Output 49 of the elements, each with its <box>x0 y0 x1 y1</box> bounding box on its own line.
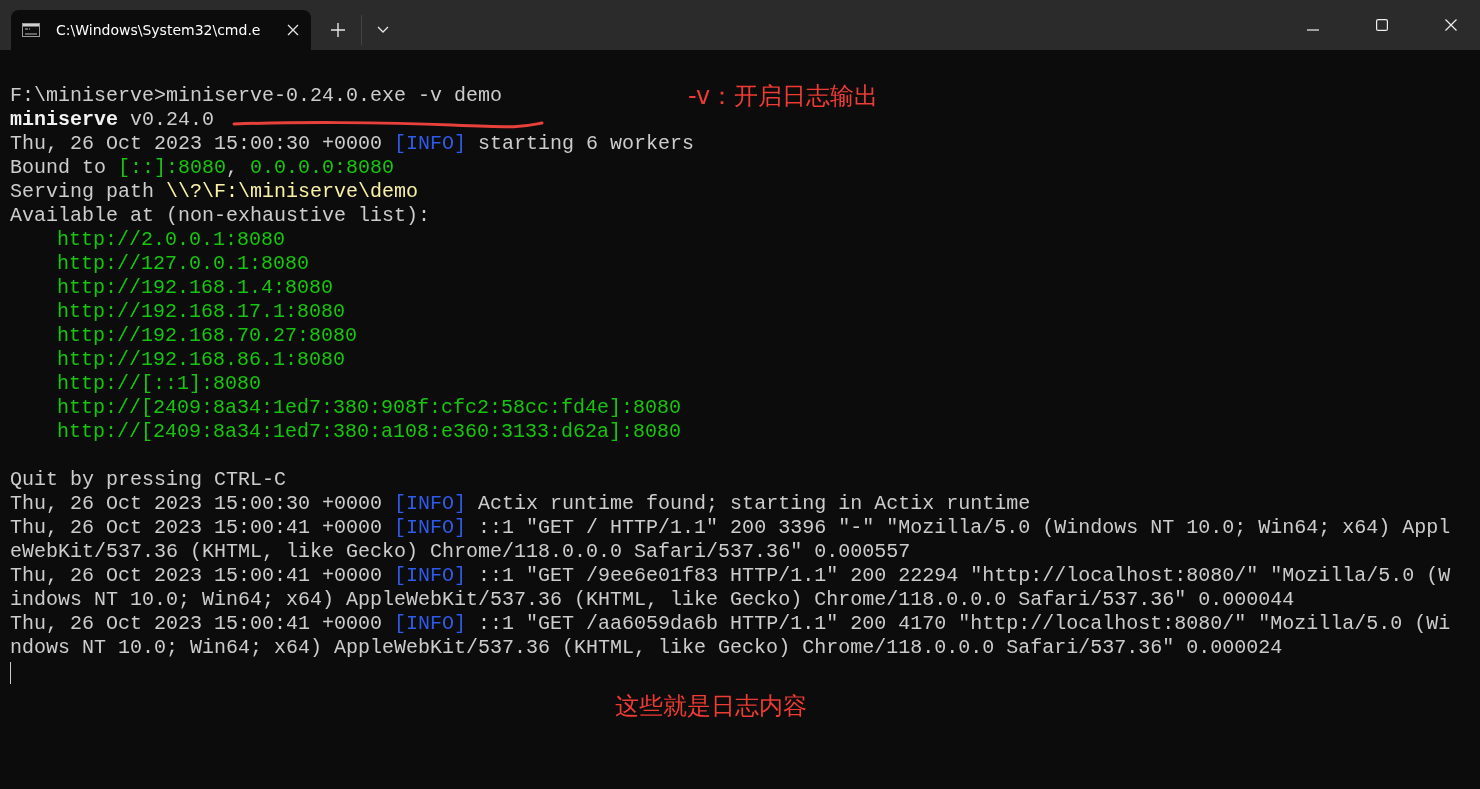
log-level-tag: [INFO] <box>394 492 467 515</box>
close-tab-icon[interactable] <box>287 24 299 36</box>
address-text: http://[2409:8a34:1ed7:380:908f:cfc2:58cc:fd4e]:8080 <box>57 396 682 419</box>
address-text: http://192.168.86.1:8080 <box>57 348 346 371</box>
terminal-text: F:\miniserve>miniserve-0.24.0.exe -v demo <box>10 84 503 107</box>
console-icon <box>22 23 40 37</box>
close-icon[interactable] <box>1445 19 1457 31</box>
log-level-tag: [INFO] <box>394 516 467 539</box>
new-tab-icon[interactable] <box>331 23 345 37</box>
terminal-text: miniserve <box>10 108 119 131</box>
log-level-tag: [INFO] <box>394 132 467 155</box>
address-text: http://192.168.70.27:8080 <box>57 324 358 347</box>
address-text: http://127.0.0.1:8080 <box>57 252 310 275</box>
log-level-tag: [INFO] <box>394 612 467 635</box>
terminal-tab[interactable]: C:\Windows\System32\cmd.e <box>11 10 311 50</box>
terminal-text: starting 6 workers <box>477 132 695 155</box>
address-text: http://192.168.17.1:8080 <box>57 300 346 323</box>
address-text: 0.0.0.0:8080 <box>250 156 395 179</box>
terminal-text: Available at (non-exhaustive list): <box>10 204 431 227</box>
terminal-text: Thu, 26 Oct 2023 15:00:41 +0000 <box>10 516 384 539</box>
address-text: [::]:8080 <box>118 156 227 179</box>
terminal-text: Bound to <box>10 156 107 179</box>
address-text: http://[2409:8a34:1ed7:380:a108:e360:3133:d62a]:8080 <box>57 420 682 443</box>
terminal-text: ::1 "GET / HTTP/1.1" 200 3396 "-" "Mozilla/5.0 (Windows NT 10.0; Win64; x64) Appl <box>477 516 1451 539</box>
text-cursor <box>10 662 11 684</box>
terminal-text: ::1 "GET /aa6059da6b HTTP/1.1" 200 4170 "http://localhost:8080/" "Mozilla/5.0 (Wi <box>477 612 1451 635</box>
terminal-text: , <box>226 156 240 179</box>
path-text: \\?\F:\miniserve\demo <box>166 180 419 203</box>
terminal-text: Serving path <box>10 180 156 203</box>
terminal-text: v0.24.0 <box>129 108 215 131</box>
terminal-text: Thu, 26 Oct 2023 15:00:30 +0000 <box>10 492 384 515</box>
log-level-tag: [INFO] <box>394 564 467 587</box>
dropdown-icon[interactable] <box>377 26 389 33</box>
terminal-text: Actix runtime found; starting in Actix runtime <box>477 492 1031 515</box>
address-text: http://192.168.1.4:8080 <box>57 276 334 299</box>
terminal-text: eWebKit/537.36 (KHTML, like Gecko) Chrome/118.0.0.0 Safari/537.36" 0.000557 <box>10 540 911 563</box>
address-text: http://[::1]:8080 <box>57 372 262 395</box>
annotation-text: 这些就是日志内容 <box>615 691 807 721</box>
terminal-text: Thu, 26 Oct 2023 15:00:41 +0000 <box>10 612 384 635</box>
terminal-text: Thu, 26 Oct 2023 15:00:30 +0000 <box>10 132 384 155</box>
terminal-text: indows NT 10.0; Win64; x64) AppleWebKit/537.36 (KHTML, like Gecko) Chrome/118.0.0.0 Safari/537.36" 0.000044 <box>10 588 1295 611</box>
terminal-text: Thu, 26 Oct 2023 15:00:41 +0000 <box>10 564 384 587</box>
terminal-text: Quit by pressing CTRL-C <box>10 468 287 491</box>
maximize-icon[interactable] <box>1376 19 1388 31</box>
tab-title: C:\Windows\System32\cmd.e <box>56 22 262 38</box>
address-text: http://2.0.0.1:8080 <box>57 228 286 251</box>
terminal-text: ndows NT 10.0; Win64; x64) AppleWebKit/537.36 (KHTML, like Gecko) Chrome/118.0.0.0 Safari/537.36" 0.000024 <box>10 636 1283 659</box>
terminal-text: ::1 "GET /9ee6e01f83 HTTP/1.1" 200 22294 "http://localhost:8080/" "Mozilla/5.0 (W <box>477 564 1451 587</box>
annotation-text: -v：开启日志输出 <box>688 81 879 111</box>
